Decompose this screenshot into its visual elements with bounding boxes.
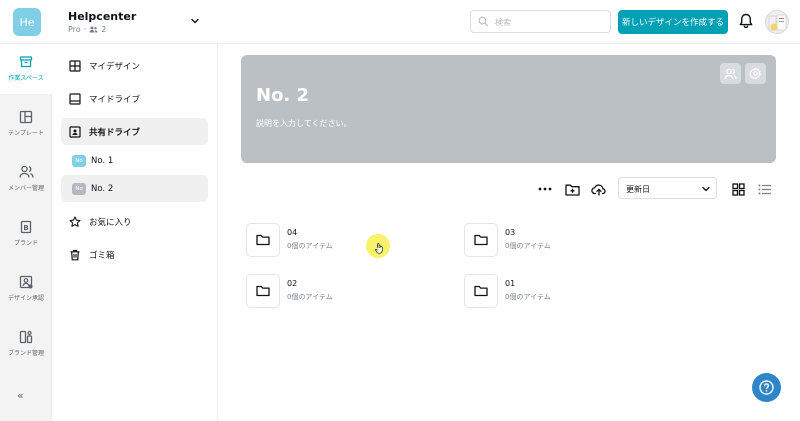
rail-label: ブランド管理: [7, 350, 44, 357]
members-icon: [18, 165, 34, 179]
folder-icon: [474, 285, 488, 297]
nav-item-drive-no1[interactable]: No No. 1: [61, 147, 208, 174]
brand-manage-icon: [19, 330, 33, 344]
folder-name: 02: [287, 279, 298, 288]
drive-title[interactable]: No. 2: [256, 85, 309, 106]
chevron-down-icon: [701, 184, 711, 194]
drive-members-button[interactable]: [720, 63, 741, 84]
nav-item-favorites[interactable]: お気に入り: [61, 208, 208, 235]
rail-label: メンバー管理: [7, 185, 44, 192]
brand-icon: B: [19, 220, 33, 234]
template-icon: [19, 110, 33, 124]
drive-description[interactable]: 説明を入力してください。: [256, 118, 352, 129]
nav-item-my-designs[interactable]: マイデザイン: [61, 52, 208, 79]
folder-item[interactable]: 04 0個のアイテム: [246, 223, 446, 257]
svg-text:B: B: [23, 224, 28, 232]
members-icon: [724, 68, 737, 80]
nav-item-label: お気に入り: [89, 217, 132, 228]
folder-item[interactable]: 01 0個のアイテム: [464, 274, 664, 308]
folder-icon: [474, 234, 488, 246]
folder-item-count: 0個のアイテム: [287, 242, 333, 250]
new-folder-icon[interactable]: [563, 180, 581, 198]
star-icon: [69, 215, 81, 228]
folder-item-count: 0個のアイテム: [505, 293, 551, 301]
team-name[interactable]: Helpcenter: [68, 10, 136, 23]
folder-item-count: 0個のアイテム: [505, 242, 551, 250]
nav-item-label: マイドライブ: [89, 94, 141, 105]
question-icon: [759, 380, 774, 395]
nav-item-label: No. 2: [91, 183, 114, 194]
members-small-icon: [89, 26, 98, 33]
member-count: 2: [101, 25, 107, 34]
bell-icon[interactable]: [739, 13, 753, 29]
upload-cloud-icon[interactable]: [590, 180, 608, 198]
drive-banner: No. 2 説明を入力してください。: [241, 55, 776, 163]
nav-item-my-drive[interactable]: マイドライブ: [61, 85, 208, 112]
main-content: No. 2 説明を入力してください。 更新日 04 0個のアイテム 03 0個の…: [218, 44, 800, 421]
nav-item-drive-no2[interactable]: No No. 2: [61, 175, 208, 202]
nav-item-label: ゴミ箱: [89, 250, 115, 261]
trash-icon: [69, 249, 81, 261]
drive-sidebar: マイデザイン マイドライブ 共有ドライブ No No. 1 No No. 2 お…: [52, 44, 218, 421]
list-view-icon[interactable]: [755, 180, 773, 198]
nav-item-label: No. 1: [91, 155, 114, 166]
folder-icon-box: [464, 223, 498, 257]
collapse-sidebar-button[interactable]: «: [17, 389, 24, 402]
dot-separator: ·: [83, 25, 87, 34]
help-button[interactable]: [752, 373, 781, 402]
top-header: He Helpcenter Pro · 2 検索 新しいデザインを作成する: [0, 0, 800, 44]
rail-item-templates[interactable]: テンプレート: [0, 99, 52, 149]
team-avatar[interactable]: He: [13, 8, 41, 36]
rail-label: 作業スペース: [8, 75, 44, 82]
chevron-down-icon[interactable]: [190, 16, 200, 26]
drive-badge: No: [72, 154, 86, 167]
drive-badge: No: [72, 182, 86, 195]
sort-label: 更新日: [626, 185, 650, 194]
hand-cursor-icon: [375, 243, 384, 254]
folder-icon-box: [246, 223, 280, 257]
folder-item[interactable]: 03 0個のアイテム: [464, 223, 664, 257]
nav-item-shared-drive[interactable]: 共有ドライブ: [61, 118, 208, 145]
gear-icon: [749, 67, 762, 80]
folder-name: 01: [505, 279, 516, 288]
folder-icon-box: [246, 274, 280, 308]
rail-item-members[interactable]: メンバー管理: [0, 154, 52, 204]
nav-item-label: 共有ドライブ: [89, 127, 141, 138]
folder-name: 03: [505, 228, 516, 237]
left-rail: 作業スペース テンプレート メンバー管理 B ブランド デザイン承認 ブランド管…: [0, 44, 52, 421]
search-icon: [478, 16, 489, 27]
drive-settings-button[interactable]: [745, 63, 766, 84]
user-avatar[interactable]: [765, 10, 789, 34]
rail-item-workspace[interactable]: 作業スペース: [0, 44, 52, 94]
more-options-icon[interactable]: [536, 180, 554, 198]
rail-item-design-approval[interactable]: デザイン承認: [0, 264, 52, 314]
team-subtitle: Pro · 2: [68, 25, 106, 34]
create-design-button[interactable]: 新しいデザインを作成する: [618, 10, 728, 34]
rail-label: ブランド: [13, 240, 38, 247]
folder-item-count: 0個のアイテム: [287, 293, 333, 301]
folder-icon-box: [464, 274, 498, 308]
nav-item-label: マイデザイン: [89, 61, 141, 72]
folder-icon: [256, 285, 270, 297]
folder-icon: [256, 234, 270, 246]
team-plan: Pro: [68, 25, 81, 34]
grid-view-icon[interactable]: [729, 180, 747, 198]
archive-icon: [19, 55, 33, 69]
folder-item[interactable]: 02 0個のアイテム: [246, 274, 446, 308]
approval-icon: [19, 275, 33, 289]
grid-icon: [69, 59, 81, 72]
rail-label: テンプレート: [8, 130, 44, 137]
sort-select[interactable]: 更新日: [618, 177, 717, 199]
rail-item-brand[interactable]: B ブランド: [0, 209, 52, 259]
search-input[interactable]: 検索: [470, 10, 611, 33]
nav-item-trash[interactable]: ゴミ箱: [61, 241, 208, 268]
rail-item-brand-management[interactable]: ブランド管理: [0, 319, 52, 369]
search-placeholder: 検索: [495, 18, 511, 27]
shared-drive-icon: [69, 125, 81, 138]
drive-icon: [69, 92, 81, 105]
folder-name: 04: [287, 228, 298, 237]
rail-label: デザイン承認: [7, 295, 44, 302]
